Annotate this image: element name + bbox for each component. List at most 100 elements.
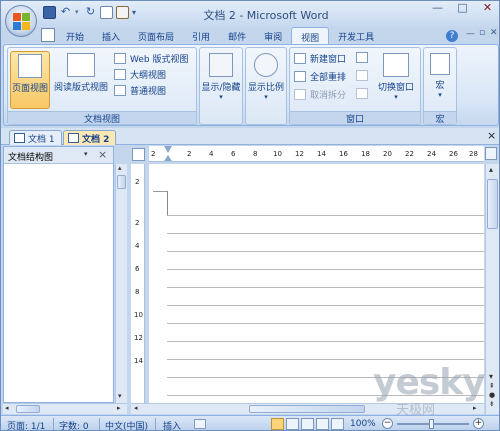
grid-line [167,215,484,216]
document-map-dropdown[interactable]: 文档结构图 [8,150,53,163]
hanging-indent-marker[interactable] [164,155,172,161]
scroll-up-icon[interactable]: ▴ [489,165,493,174]
group-macros: 宏 ▾ 宏 [423,47,457,125]
help-icon[interactable]: ? [446,30,458,42]
nav-hscroll-thumb[interactable] [16,405,40,413]
word-doc-icon [14,133,25,143]
vruler-tick: 4 [135,242,140,250]
quick-access-toolbar: ↶ ▾ ↻ ▾ [43,6,140,22]
tab-references[interactable]: 引用 [183,27,219,45]
show-hide-icon [209,53,233,77]
tab-stop-selector[interactable] [132,148,145,161]
tab-page-layout[interactable]: 页面布局 [129,27,183,45]
ruler-tick: 2 [151,150,156,158]
web-layout-view-icon[interactable] [301,418,314,430]
ribbon-close-icon[interactable]: ✕ [490,28,498,38]
view-ruler-button[interactable] [485,147,497,160]
ruler-tick: 12 [295,150,304,158]
word-window: ↶ ▾ ↻ ▾ 文档 2 - Microsoft Word — □ ✕ 开始 插… [0,0,500,431]
outline-view-icon[interactable] [316,418,329,430]
close-pane-icon[interactable]: × [98,148,107,161]
arrange-all-button[interactable]: 全部重排 [294,70,346,84]
remove-split-button[interactable]: 取消拆分 [294,88,346,102]
doc-tab-1[interactable]: 文档 1 [9,130,62,145]
macros-button[interactable]: 宏 ▾ [425,51,455,109]
next-page-icon[interactable]: ⇟ [489,400,495,408]
ruler-tick: 26 [449,150,458,158]
ruler-tick: 4 [209,150,214,158]
close-doc-tab-icon[interactable]: × [487,129,496,142]
zoom-button[interactable]: 显示比例 ▾ [247,51,285,121]
doc-tab-2[interactable]: 文档 2 [63,130,117,145]
scroll-down-icon[interactable]: ▾ [118,392,122,400]
reset-window-position-icon[interactable] [356,88,368,99]
full-screen-reading-icon[interactable] [286,418,299,430]
undo-dropdown-icon[interactable]: ▾ [75,6,81,19]
zoom-level[interactable]: 100% [350,419,376,429]
print-layout-view-icon[interactable] [271,418,284,430]
ruler-tick: 22 [405,150,414,158]
draft-view-icon[interactable] [331,418,344,430]
vruler-tick: 14 [134,357,143,365]
scroll-down-icon[interactable]: ▾ [489,372,493,381]
tab-review[interactable]: 审阅 [255,27,291,45]
document-scroll-thumb[interactable] [487,179,498,229]
undo-icon[interactable]: ↶ [59,6,72,19]
reading-view-button[interactable]: 阅读版式视图 [52,51,110,109]
page-view-label: 页面视图 [11,84,48,94]
view-side-by-side-icon[interactable] [356,52,368,63]
tab-home[interactable]: 开始 [57,27,93,45]
language-indicator[interactable]: 中文(中国) [105,419,148,430]
switch-windows-button[interactable]: 切换窗口 ▾ [374,51,418,109]
sync-scrolling-icon[interactable] [356,70,368,81]
previous-page-icon[interactable]: ⇞ [489,382,495,390]
ruler-tick: 14 [317,150,326,158]
redo-icon[interactable]: ↻ [84,6,97,19]
office-button[interactable] [5,5,37,37]
save-icon[interactable] [43,6,56,19]
first-line-indent-marker[interactable] [164,146,172,153]
close-button[interactable]: ✕ [475,1,499,19]
tab-insert[interactable]: 插入 [93,27,129,45]
ribbon-restore-icon[interactable]: ▫ [479,28,485,38]
draft-view-icon [114,85,126,96]
print-preview-icon[interactable] [116,6,129,19]
maximize-button[interactable]: □ [450,1,475,19]
chevron-down-icon[interactable]: ▾ [84,150,88,158]
grid-line [167,287,484,288]
insert-mode-indicator[interactable]: 插入 [163,419,181,430]
page-count[interactable]: 页面: 1/1 [7,419,45,430]
ribbon-minimize-icon[interactable]: — [466,29,475,39]
group-label-macros: 宏 [424,111,456,125]
ribbon: 页面视图 阅读版式视图 Web 版式视图 大纲视图 普通视图 文档视图 显示/隐… [3,44,499,126]
new-window-button[interactable]: 新建窗口 [294,52,346,66]
select-browse-object-icon[interactable]: ● [489,391,495,399]
yesky-watermark: yesky [373,362,486,403]
word-count[interactable]: 字数: 0 [59,419,89,430]
magnifier-icon [254,53,278,77]
nav-pane-hscrollbar[interactable]: ◂ ▸ [3,403,127,414]
show-hide-button[interactable]: 显示/隐藏 ▾ [201,51,241,121]
scroll-up-icon[interactable]: ▴ [118,164,122,172]
outline-view-button[interactable]: 大纲视图 [114,68,166,82]
draft-view-button[interactable]: 普通视图 [114,84,166,98]
reading-view-icon [67,53,95,77]
minimize-button[interactable]: — [425,1,450,19]
vruler-tick: 2 [135,219,140,227]
new-doc-icon[interactable] [100,6,113,19]
page-view-icon [18,54,42,78]
web-view-button[interactable]: Web 版式视图 [114,52,188,66]
zoom-in-icon[interactable]: + [473,418,484,429]
nav-pane-scrollbar[interactable]: ▴ ▾ [115,164,127,403]
zoom-slider-thumb[interactable] [429,419,434,429]
tab-developer[interactable]: 开发工具 [329,27,383,45]
page-view-button[interactable]: 页面视图 [10,51,50,109]
tab-view[interactable]: 视图 [291,27,330,45]
zoom-out-icon[interactable]: − [382,418,393,429]
nav-scroll-thumb[interactable] [117,175,126,189]
tab-mailings[interactable]: 邮件 [219,27,255,45]
customize-qat-icon[interactable]: ▾ [132,6,140,19]
macro-record-icon[interactable] [194,419,206,429]
document-hscroll-thumb[interactable] [249,405,365,413]
document-scrollbar[interactable]: ▴ ▾ ⇞ ● ⇟ [485,164,499,414]
